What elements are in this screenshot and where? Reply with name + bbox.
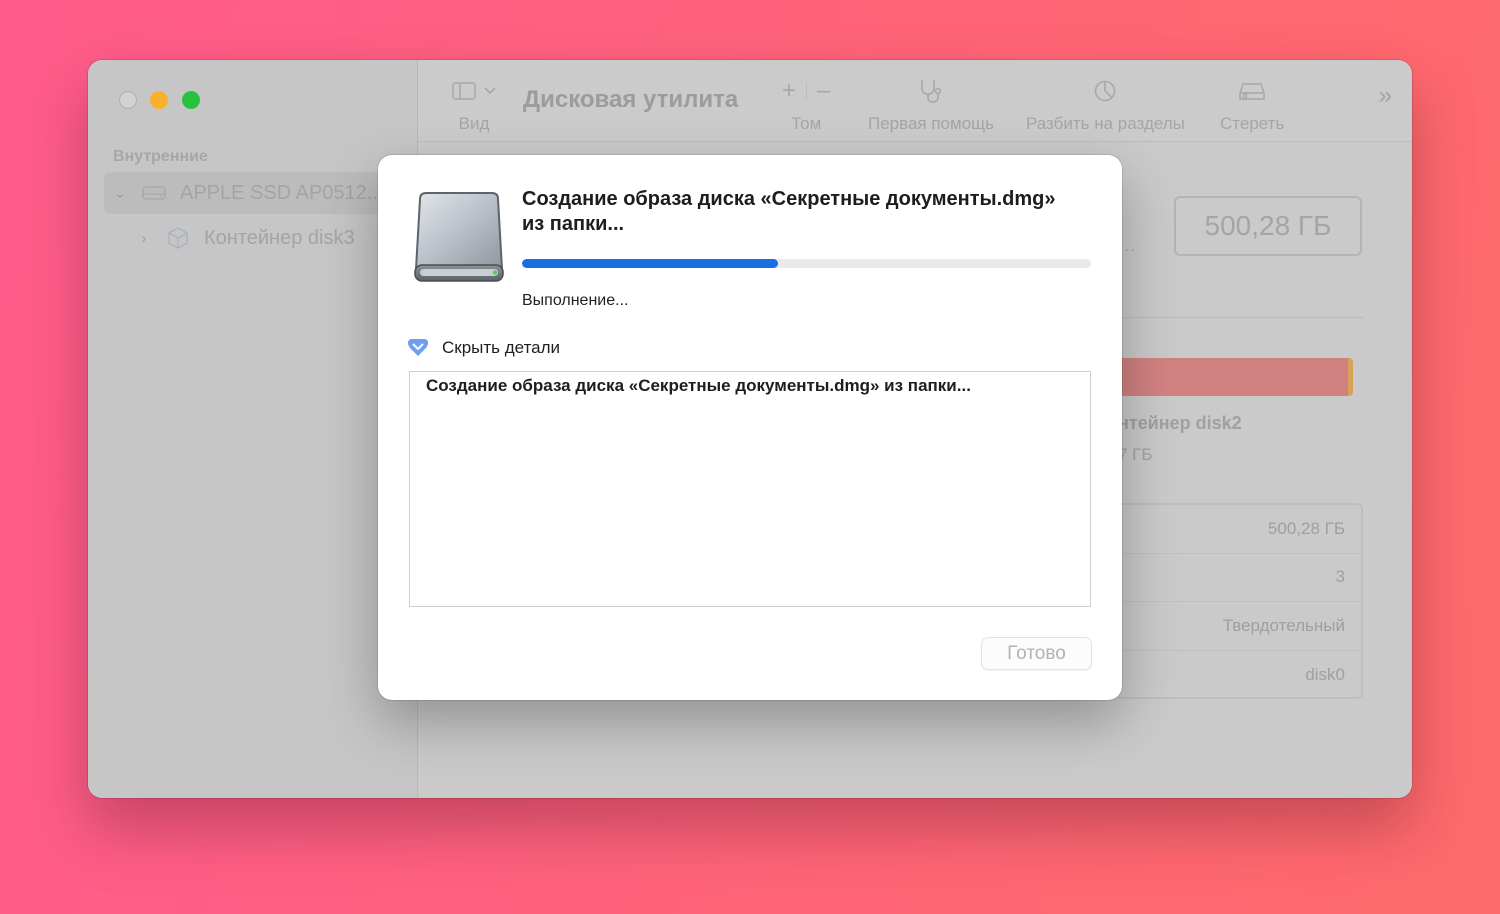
done-button[interactable]: Готово [981,637,1092,670]
sidebar-item-container-disk3[interactable]: › Контейнер disk3 [134,223,355,253]
toolbar: Вид Дисковая утилита + – Том Первая помощ… [418,60,1412,142]
capacity-badge: 500,28 ГБ [1174,196,1362,256]
partition-label: Разбить на разделы [1026,114,1185,133]
sidebar-item-apple-ssd[interactable]: ⌄ APPLE SSD AP0512... [104,172,404,214]
maximize-button[interactable] [182,91,200,109]
window-title: Дисковая утилита [523,86,739,113]
divider [1118,317,1364,318]
view-label: Вид [458,114,490,133]
partition-button[interactable]: Разбить на разделы [1026,78,1185,134]
container-name: нтейнер disk2 [1118,413,1242,433]
details-log: Создание образа диска «Секретные докумен… [409,371,1091,607]
usage-bar [1118,358,1353,396]
hide-details-label: Скрыть детали [442,338,561,357]
hide-details-toggle[interactable]: Скрыть детали [406,338,560,358]
first-aid-label: Первая помощь [868,114,994,133]
erase-button[interactable]: Стереть [1220,78,1284,134]
pie-chart-icon [1093,78,1117,104]
info-row-children: 3 [1118,554,1361,602]
eraser-drive-icon [1237,78,1267,104]
info-row-type: Твердотельный [1118,602,1361,651]
dialog-title: Создание образа диска «Секретные докумен… [522,188,1056,235]
close-button[interactable] [119,91,137,109]
first-aid-button[interactable]: Первая помощь [868,78,994,134]
erase-label: Стереть [1220,114,1285,133]
sidebar-toggle-icon [452,78,496,104]
volume-label: Том [791,114,822,133]
log-line: Создание образа диска «Секретные докумен… [426,376,971,395]
plus-minus-icon: + – [782,77,831,104]
drive-icon [140,183,168,203]
chevron-down-icon[interactable]: ⌄ [110,185,130,202]
chevron-double-right-icon[interactable]: » [1379,82,1392,110]
disclosure-chevron-icon [406,338,430,358]
info-row-device: disk0 [1305,664,1345,684]
sidebar-section-internal: Внутренние [113,148,208,165]
progress-bar [522,259,1091,268]
sidebar-item-label: APPLE SSD AP0512... [180,181,384,204]
volume-button[interactable]: + – Том [782,77,831,134]
container-size: 7 ГБ [1118,445,1153,464]
info-table: 500,28 ГБ 3 Твердотельный disk0 [1118,503,1363,699]
stethoscope-icon [917,78,945,104]
minimize-button[interactable] [150,91,168,109]
chevron-right-icon[interactable]: › [134,230,154,246]
progress-status: Выполнение... [522,292,629,309]
view-button[interactable]: Вид [452,78,496,134]
create-image-dialog: Создание образа диска «Секретные докумен… [378,155,1122,700]
container-icon [164,227,192,249]
sidebar-item-label: Контейнер disk3 [204,226,355,249]
progress-fill [522,259,779,268]
sidebar: Внутренние ⌄ APPLE SSD AP0512... › Конте… [88,60,418,798]
info-row-capacity: 500,28 ГБ [1118,505,1361,554]
external-drive-icon [412,189,506,285]
